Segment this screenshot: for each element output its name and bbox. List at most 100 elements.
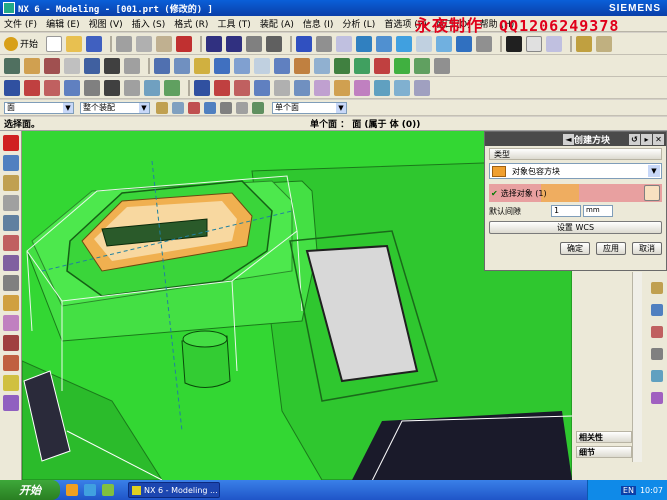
roles-icon[interactable] <box>3 335 19 351</box>
system-scene-icon[interactable] <box>3 355 19 371</box>
scene-icon[interactable] <box>651 370 663 382</box>
repeat-icon[interactable] <box>246 35 263 52</box>
visual-icon[interactable] <box>651 392 663 404</box>
menu-insert[interactable]: 插入 (S) <box>132 17 166 30</box>
pan-icon[interactable] <box>396 35 413 52</box>
datum-axis-icon[interactable] <box>214 79 230 96</box>
orient-view-icon[interactable] <box>436 35 453 52</box>
background-icon[interactable] <box>506 35 523 52</box>
surface-icon[interactable] <box>294 79 310 96</box>
project-curve-icon[interactable] <box>144 79 160 96</box>
thicken-icon[interactable] <box>414 79 430 96</box>
palette-icon[interactable] <box>3 375 19 391</box>
face-rule-select[interactable]: 单个面 ▼ <box>272 101 347 114</box>
pocket-icon[interactable] <box>104 57 120 74</box>
offset-curve-icon[interactable] <box>124 79 140 96</box>
command-finder-icon[interactable] <box>266 35 283 52</box>
manufacturing-wizard-icon[interactable] <box>3 315 19 331</box>
wcs-icon[interactable] <box>546 35 563 52</box>
zoom-area-icon[interactable] <box>316 35 333 52</box>
edge-blend-icon[interactable] <box>214 57 230 74</box>
menu-analysis[interactable]: 分析 (L) <box>342 17 375 30</box>
part-navigator-icon[interactable] <box>3 175 19 191</box>
start-button[interactable]: 开始 <box>4 36 38 51</box>
materials-icon[interactable] <box>651 326 663 338</box>
replace-face-icon[interactable] <box>414 57 430 74</box>
pattern-icon[interactable] <box>294 57 310 74</box>
constraint-navigator-icon[interactable] <box>3 155 19 171</box>
history-icon[interactable] <box>651 304 663 316</box>
cut-icon[interactable] <box>116 35 133 52</box>
perspective-icon[interactable] <box>416 35 433 52</box>
delete-icon[interactable] <box>176 35 193 52</box>
snap-point-icon[interactable] <box>236 101 248 114</box>
draft-icon[interactable] <box>274 57 290 74</box>
set-wcs-button[interactable]: 设置 WCS <box>489 221 662 234</box>
properties-icon[interactable] <box>596 35 613 52</box>
layer-icon[interactable] <box>526 35 543 52</box>
save-icon[interactable] <box>86 35 103 52</box>
new-icon[interactable] <box>46 35 63 52</box>
menu-edit[interactable]: 编辑 (E) <box>46 17 80 30</box>
sketch-icon[interactable] <box>4 57 20 74</box>
split-body-icon[interactable] <box>354 57 370 74</box>
intersect-curve-icon[interactable] <box>164 79 180 96</box>
open-icon[interactable] <box>66 35 83 52</box>
close-icon[interactable]: ✕ <box>653 133 664 145</box>
move-face-icon[interactable] <box>374 57 390 74</box>
hole-icon[interactable] <box>64 57 80 74</box>
palette-icon[interactable] <box>651 348 663 360</box>
desktop-icon[interactable] <box>102 484 114 496</box>
taskbar-nx-window[interactable]: NX 6 - Modeling ... <box>128 482 220 498</box>
panel-scrollbar[interactable] <box>632 272 642 462</box>
boss-icon[interactable] <box>84 57 100 74</box>
extension-icon[interactable] <box>394 79 410 96</box>
datum-csys-icon[interactable] <box>234 79 250 96</box>
gap-unit-select[interactable]: mm <box>583 205 613 217</box>
relevance-section[interactable]: 相关性 <box>576 431 632 443</box>
render-style-icon[interactable] <box>456 35 473 52</box>
fillet-curve-icon[interactable] <box>44 79 60 96</box>
history-icon[interactable] <box>3 255 19 271</box>
pad-icon[interactable] <box>124 57 140 74</box>
measure-icon[interactable] <box>576 35 593 52</box>
trim-sheet-icon[interactable] <box>374 79 390 96</box>
delete-face-icon[interactable] <box>434 57 450 74</box>
type-filter-select[interactable]: 面 ▼ <box>4 101 74 114</box>
language-indicator[interactable]: EN <box>620 485 636 495</box>
spline-icon[interactable] <box>64 79 80 96</box>
gap-input[interactable]: 1 <box>551 205 581 217</box>
point-icon[interactable] <box>254 79 270 96</box>
back-icon[interactable]: ◄ <box>562 133 574 145</box>
ie-icon[interactable] <box>84 484 96 496</box>
scope-select[interactable]: 整个装配 ▼ <box>80 101 150 114</box>
web-browser-icon[interactable] <box>3 235 19 251</box>
section-icon[interactable] <box>476 35 493 52</box>
arc-icon[interactable] <box>24 79 40 96</box>
shell-icon[interactable] <box>254 57 270 74</box>
menu-file[interactable]: 文件 (F) <box>4 17 37 30</box>
curve-edit-icon[interactable] <box>274 79 290 96</box>
menu-assembly[interactable]: 装配 (A) <box>260 17 294 30</box>
cancel-button[interactable]: 取消 <box>632 242 662 255</box>
quick-launch-icon[interactable] <box>66 484 78 496</box>
roles-icon[interactable] <box>651 282 663 294</box>
type-section-header[interactable]: 类型 <box>489 148 662 160</box>
rotate-icon[interactable] <box>376 35 393 52</box>
fit-icon[interactable] <box>296 35 313 52</box>
extrude-icon[interactable] <box>24 57 40 74</box>
offset-face-icon[interactable] <box>394 57 410 74</box>
unite-icon[interactable] <box>154 57 170 74</box>
select-object-icon[interactable] <box>644 185 660 201</box>
detail-section[interactable]: 细节 <box>576 446 632 458</box>
undo-icon[interactable] <box>206 35 223 52</box>
trim-body-icon[interactable] <box>334 57 350 74</box>
line-icon[interactable] <box>4 79 20 96</box>
intersect-icon[interactable] <box>194 57 210 74</box>
snap-icon[interactable] <box>172 101 184 114</box>
datum-plane-icon[interactable] <box>194 79 210 96</box>
bounded-plane-icon[interactable] <box>354 79 370 96</box>
menu-format[interactable]: 格式 (R) <box>174 17 208 30</box>
process-studio-icon[interactable] <box>3 295 19 311</box>
filter-icon[interactable] <box>156 101 168 114</box>
